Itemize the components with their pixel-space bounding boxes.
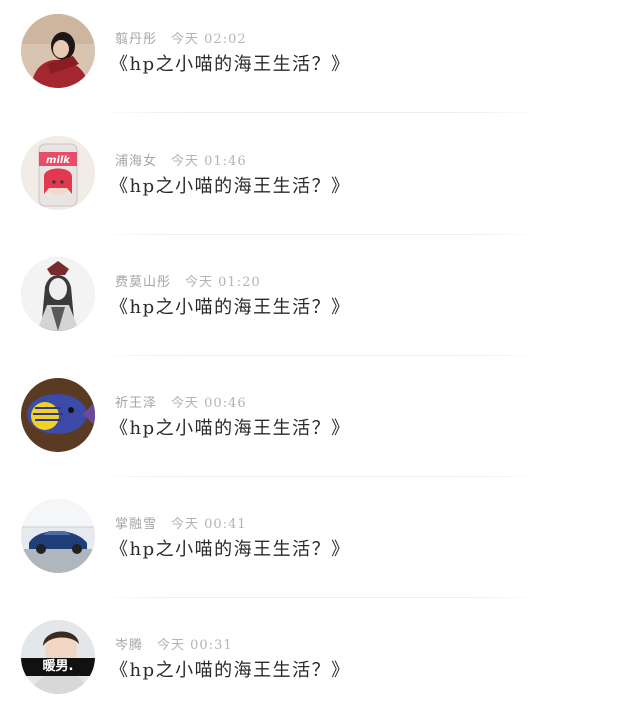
avatar[interactable] [21, 499, 95, 573]
username[interactable]: 费莫山彤 [115, 275, 171, 290]
comment-item: 祈王泽 今天 00:46 《hp之小喵的海王生活？》 [0, 364, 640, 484]
divider [90, 355, 550, 356]
comment-text: 《hp之小喵的海王生活？》 [110, 297, 351, 318]
divider [90, 234, 550, 235]
username[interactable]: 祈王泽 [115, 396, 157, 411]
comment-text: 《hp之小喵的海王生活？》 [110, 54, 351, 75]
comment-item: 费莫山彤 今天 01:20 《hp之小喵的海王生活？》 [0, 243, 640, 363]
girl-red-sweater-avatar-icon [21, 14, 95, 88]
fish-avatar-icon [21, 378, 95, 452]
comment-meta: 掌融雪 今天 00:41 [115, 513, 247, 532]
comment-text: 《hp之小喵的海王生活？》 [110, 539, 351, 560]
comment-meta: 祈王泽 今天 00:46 [115, 392, 247, 411]
boy-portrait-avatar-icon [21, 620, 95, 694]
username[interactable]: 掌融雪 [115, 517, 157, 532]
username[interactable]: 浦海女 [115, 154, 157, 169]
timestamp: 今天 01:46 [171, 154, 247, 169]
comment-text: 《hp之小喵的海王生活？》 [110, 176, 351, 197]
timestamp: 今天 02:02 [171, 32, 247, 47]
timestamp: 今天 00:46 [171, 396, 247, 411]
divider [90, 112, 550, 113]
sports-car-avatar-icon [21, 499, 95, 573]
avatar[interactable] [21, 14, 95, 88]
timestamp: 今天 00:31 [157, 638, 233, 653]
comment-item: milk 浦海女 今天 01:46 《hp之小喵的海王生活？》 [0, 122, 640, 242]
svg-text:milk: milk [46, 155, 71, 166]
comment-text: 《hp之小喵的海王生活？》 [110, 660, 351, 681]
divider [90, 597, 550, 598]
username[interactable]: 岑腾 [115, 638, 143, 653]
comment-meta: 浦海女 今天 01:46 [115, 150, 247, 169]
comment-text: 《hp之小喵的海王生活？》 [110, 418, 351, 439]
avatar[interactable] [21, 378, 95, 452]
avatar[interactable] [21, 257, 95, 331]
timestamp: 今天 00:41 [171, 517, 247, 532]
avatar-caption: 暖男. [21, 658, 95, 676]
comment-feed: 翦丹彤 今天 02:02 《hp之小喵的海王生活？》 milk 浦海女 今天 01:… [0, 0, 640, 716]
divider [90, 476, 550, 477]
comment-meta: 费莫山彤 今天 01:20 [115, 271, 261, 290]
username[interactable]: 翦丹彤 [115, 32, 157, 47]
milk-can-avatar-icon: milk [21, 136, 95, 210]
comment-item: 掌融雪 今天 00:41 《hp之小喵的海王生活？》 [0, 485, 640, 605]
comment-item: 翦丹彤 今天 02:02 《hp之小喵的海王生活？》 [0, 0, 640, 120]
comment-meta: 翦丹彤 今天 02:02 [115, 28, 247, 47]
avatar[interactable]: milk [21, 136, 95, 210]
comment-item: 暖男. 岑腾 今天 00:31 《hp之小喵的海王生活？》 [0, 606, 640, 726]
avatar[interactable]: 暖男. [21, 620, 95, 694]
timestamp: 今天 01:20 [185, 275, 261, 290]
comment-meta: 岑腾 今天 00:31 [115, 634, 233, 653]
anime-sketch-avatar-icon [21, 257, 95, 331]
